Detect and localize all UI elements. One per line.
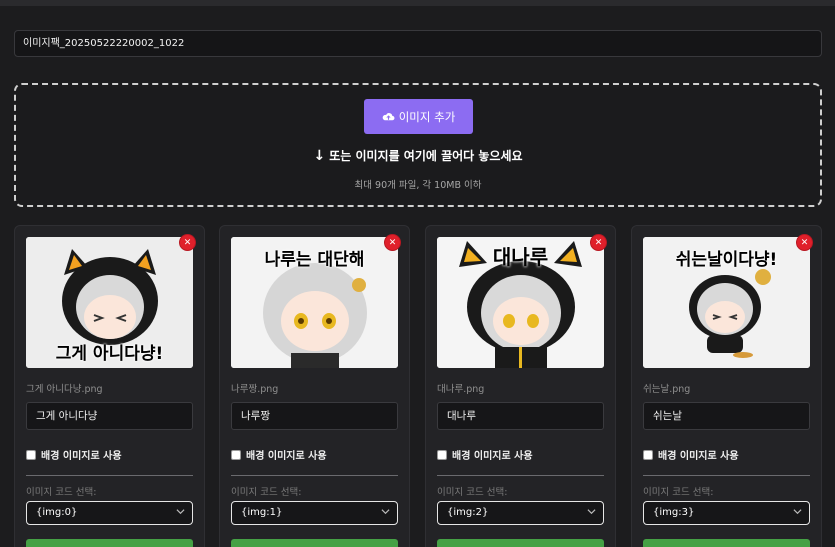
image-code-value: {img:1} bbox=[241, 507, 283, 518]
image-caption: 그게 아니다냥! bbox=[55, 344, 164, 364]
remove-image-button[interactable]: ✕ bbox=[590, 234, 607, 251]
arrow-down-icon: ↓ bbox=[313, 148, 326, 164]
divider bbox=[437, 475, 604, 476]
image-code-label: 이미지 코드 선택: bbox=[231, 487, 302, 498]
divider bbox=[231, 475, 398, 476]
top-bar bbox=[0, 0, 835, 6]
image-thumbnail[interactable]: 나루는 대단해 bbox=[231, 237, 398, 368]
chevron-down-icon bbox=[176, 509, 185, 515]
image-card: 나루는 대단해 ✕ 나루짱.png 나루짱 배경 이미지로 사용 이미지 코드 … bbox=[219, 225, 410, 547]
image-label-input[interactable]: 쉬는날 bbox=[643, 402, 810, 430]
image-code-select[interactable]: {img:1} bbox=[231, 501, 398, 525]
image-thumbnail[interactable]: 그게 아니다냥! bbox=[26, 237, 193, 368]
image-code-value: {img:2} bbox=[447, 507, 489, 518]
add-image-label: 이미지 추가 bbox=[398, 109, 456, 124]
pack-name-input[interactable]: 이미지팩_20250522220002_1022 bbox=[14, 30, 822, 57]
drop-hint-text: 또는 이미지를 여기에 끌어다 놓으세요 bbox=[329, 149, 523, 163]
image-label-input[interactable]: 대나루 bbox=[437, 402, 604, 430]
background-checkbox[interactable] bbox=[231, 449, 241, 460]
background-checkbox-label: 배경 이미지로 사용 bbox=[41, 451, 122, 462]
image-code-select[interactable]: {img:3} bbox=[643, 501, 810, 525]
background-checkbox[interactable] bbox=[26, 449, 36, 460]
remove-image-button[interactable]: ✕ bbox=[384, 234, 401, 251]
divider bbox=[26, 475, 193, 476]
close-icon: ✕ bbox=[183, 237, 192, 248]
apply-button[interactable] bbox=[26, 539, 193, 547]
background-checkbox-label: 배경 이미지로 사용 bbox=[246, 451, 327, 462]
image-thumbnail[interactable]: 대나루 bbox=[437, 237, 604, 368]
image-dropzone[interactable]: 이미지 추가 ↓ 또는 이미지를 여기에 끌어다 놓으세요 최대 90개 파일, … bbox=[14, 83, 822, 207]
file-name: 대나루.png bbox=[437, 384, 485, 395]
file-name: 쉬는날.png bbox=[643, 384, 691, 395]
chevron-down-icon bbox=[381, 509, 390, 515]
image-label-input[interactable]: 그게 아니다냥 bbox=[26, 402, 193, 430]
image-card: 쉬는날이다냥! ✕ 쉬는날.png 쉬는날 배경 이미지로 사용 이미지 코드 … bbox=[631, 225, 822, 547]
image-card: 그게 아니다냥! ✕ 그게 아니다냥.png 그게 아니다냥 배경 이미지로 사… bbox=[14, 225, 205, 547]
divider bbox=[643, 475, 810, 476]
image-code-select[interactable]: {img:2} bbox=[437, 501, 604, 525]
background-checkbox[interactable] bbox=[437, 449, 447, 460]
chevron-down-icon bbox=[587, 509, 596, 515]
file-name: 나루짱.png bbox=[231, 384, 279, 395]
background-checkbox-row[interactable]: 배경 이미지로 사용 bbox=[231, 447, 327, 462]
chevron-down-icon bbox=[793, 509, 802, 515]
image-caption: 쉬는날이다냥! bbox=[675, 250, 778, 270]
image-caption: 나루는 대단해 bbox=[264, 250, 365, 270]
image-code-value: {img:3} bbox=[653, 507, 695, 518]
background-checkbox-label: 배경 이미지로 사용 bbox=[452, 451, 533, 462]
apply-button[interactable] bbox=[231, 539, 398, 547]
upload-limit-text: 최대 90개 파일, 각 10MB 이하 bbox=[354, 180, 482, 191]
image-code-value: {img:0} bbox=[36, 507, 78, 518]
image-card: 대나루 ✕ 대나루.png 대나루 배경 이미지로 사용 이미지 코드 선택: … bbox=[425, 225, 616, 547]
image-code-label: 이미지 코드 선택: bbox=[26, 487, 97, 498]
close-icon: ✕ bbox=[388, 237, 397, 248]
background-checkbox-row[interactable]: 배경 이미지로 사용 bbox=[437, 447, 533, 462]
image-thumbnail[interactable]: 쉬는날이다냥! bbox=[643, 237, 810, 368]
background-checkbox-row[interactable]: 배경 이미지로 사용 bbox=[643, 447, 739, 462]
image-label-input[interactable]: 나루짱 bbox=[231, 402, 398, 430]
close-icon: ✕ bbox=[800, 237, 809, 248]
file-name: 그게 아니다냥.png bbox=[26, 384, 103, 395]
apply-button[interactable] bbox=[643, 539, 810, 547]
remove-image-button[interactable]: ✕ bbox=[796, 234, 813, 251]
image-caption: 대나루 bbox=[492, 245, 549, 269]
remove-image-button[interactable]: ✕ bbox=[179, 234, 196, 251]
background-checkbox[interactable] bbox=[643, 449, 653, 460]
add-image-button[interactable]: 이미지 추가 bbox=[364, 99, 473, 134]
background-checkbox-label: 배경 이미지로 사용 bbox=[658, 451, 739, 462]
close-icon: ✕ bbox=[594, 237, 603, 248]
apply-button[interactable] bbox=[437, 539, 604, 547]
image-code-label: 이미지 코드 선택: bbox=[437, 487, 508, 498]
drop-hint: ↓ 또는 이미지를 여기에 끌어다 놓으세요 bbox=[16, 147, 820, 164]
image-code-label: 이미지 코드 선택: bbox=[643, 487, 714, 498]
background-checkbox-row[interactable]: 배경 이미지로 사용 bbox=[26, 447, 122, 462]
cloud-upload-icon bbox=[382, 112, 395, 120]
image-code-select[interactable]: {img:0} bbox=[26, 501, 193, 525]
